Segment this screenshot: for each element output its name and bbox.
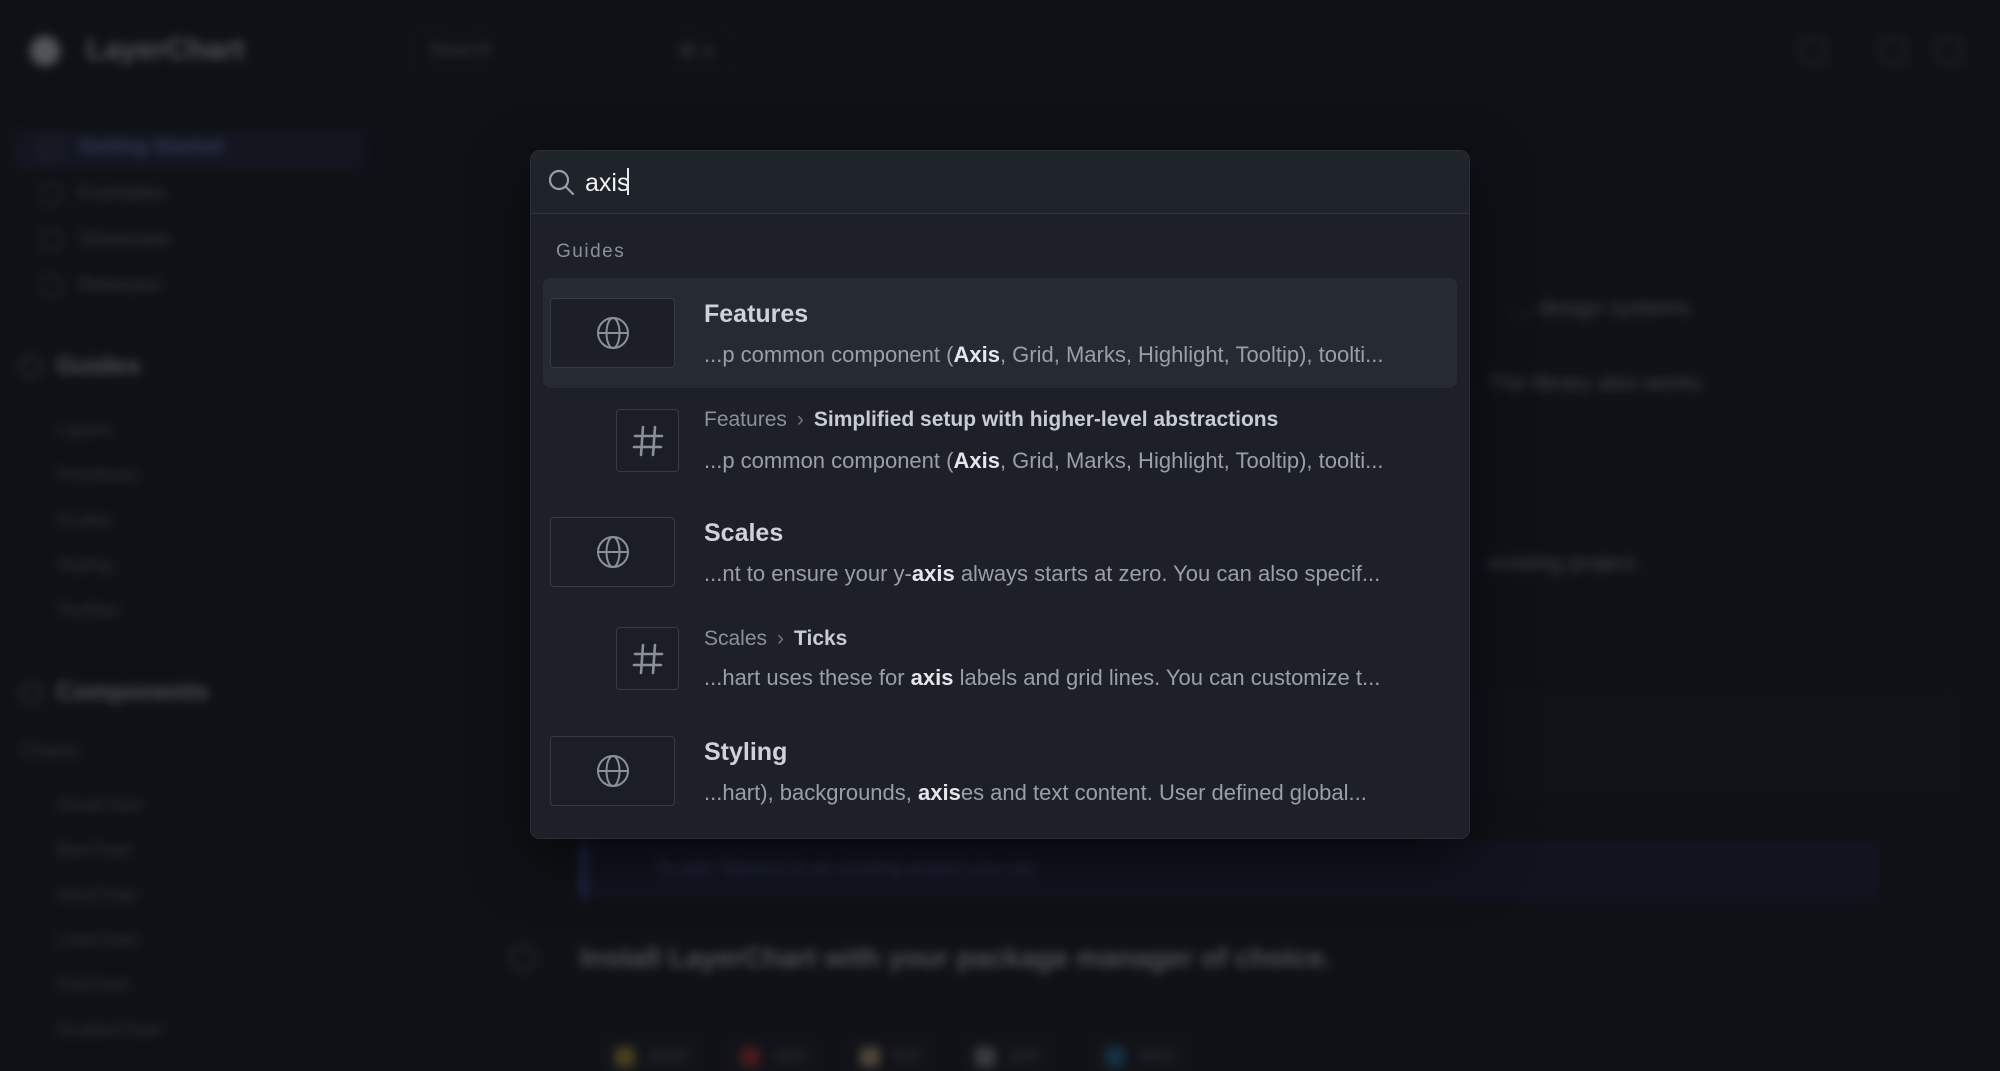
result-snippet: ...p common component (Axis, Grid, Marks… bbox=[704, 342, 1384, 367]
globe-icon bbox=[596, 755, 629, 787]
globe-icon bbox=[596, 536, 629, 568]
hash-icon bbox=[632, 425, 663, 456]
result-title: Scales bbox=[704, 519, 784, 547]
search-dialog: Guides Features ...p common component (A… bbox=[530, 150, 1470, 839]
result-snippet: ...hart uses these for axis labels and g… bbox=[704, 665, 1381, 690]
search-result-features-simplified-setup[interactable]: Features › Simplified setup with higher-le… bbox=[543, 388, 1457, 498]
search-result-scales[interactable]: Scales ...nt to ensure your y-axis alway… bbox=[543, 497, 1457, 607]
section-thumbnail bbox=[616, 627, 679, 690]
result-title: Features bbox=[704, 300, 809, 328]
chevron-right-icon: › bbox=[796, 408, 804, 431]
text-caret bbox=[627, 168, 629, 195]
chevron-right-icon: › bbox=[777, 627, 785, 650]
hash-icon bbox=[632, 643, 663, 674]
result-breadcrumb: Scales › Ticks bbox=[704, 627, 848, 650]
result-title: Styling bbox=[704, 738, 788, 766]
result-snippet: ...p common component (Axis, Grid, Marks… bbox=[704, 448, 1384, 473]
globe-icon bbox=[596, 317, 629, 349]
page-thumbnail bbox=[550, 517, 675, 587]
section-thumbnail bbox=[616, 409, 679, 472]
result-snippet: ...hart), backgrounds, axises and text c… bbox=[704, 780, 1367, 805]
result-breadcrumb: Features › Simplified setup with higher-le… bbox=[704, 408, 1279, 431]
page-thumbnail bbox=[550, 736, 675, 806]
search-result-features[interactable]: Features ...p common component (Axis, Gr… bbox=[543, 278, 1457, 388]
page-thumbnail bbox=[550, 298, 675, 368]
search-result-styling[interactable]: Styling ...hart), backgrounds, axises an… bbox=[543, 716, 1457, 826]
search-icon bbox=[548, 169, 575, 196]
search-result-scales-ticks[interactable]: Scales › Ticks ...hart uses these for axis… bbox=[543, 607, 1457, 717]
search-row bbox=[531, 151, 1469, 214]
result-snippet: ...nt to ensure your y-axis always start… bbox=[704, 561, 1381, 586]
results-group-label: Guides bbox=[556, 241, 626, 262]
search-input[interactable] bbox=[585, 163, 1445, 203]
